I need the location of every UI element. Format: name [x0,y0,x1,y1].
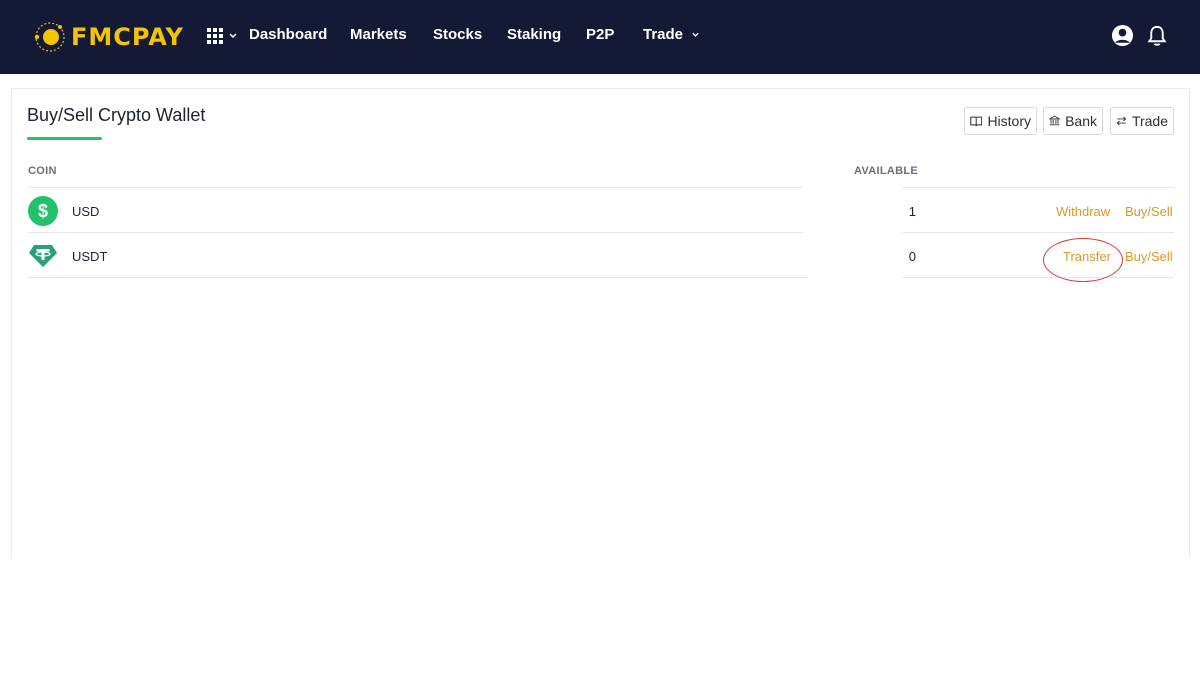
nav-item-trade[interactable]: Trade [643,26,700,43]
brand-logo-icon [33,20,67,54]
table-divider [28,232,803,233]
wallet-panel: Buy/Sell Crypto Wallet History Bank Trad… [11,88,1190,558]
bank-button[interactable]: Bank [1043,107,1103,135]
coin-name: USDT [72,249,108,264]
coin-name: USD [72,204,100,219]
table-divider [28,187,803,188]
bank-label: Bank [1065,113,1097,129]
column-header-coin: COIN [28,165,57,177]
user-account-button[interactable] [1111,24,1134,52]
table-divider [903,277,1174,278]
buy-sell-link[interactable]: Buy/Sell [1125,204,1173,219]
swap-arrows-icon [1116,116,1127,126]
trade-label: Trade [1131,113,1168,129]
history-button[interactable]: History [964,107,1037,135]
top-navbar: FMCPAY Dashboard Markets Stocks Staking … [0,0,1200,74]
column-header-available: AVAILABLE [854,165,919,177]
table-divider [903,187,1174,188]
annotation-circle [1043,238,1123,282]
chevron-down-icon [229,33,237,39]
buy-sell-link[interactable]: Buy/Sell [1125,249,1173,264]
tether-coin-icon [29,245,57,267]
nav-item-p2p[interactable]: P2P [586,26,614,43]
bank-icon [1049,115,1061,126]
table-divider [28,277,808,278]
coin-available: 1 [908,204,916,219]
history-label: History [987,113,1031,129]
table-divider [903,232,1174,233]
nav-item-dashboard[interactable]: Dashboard [249,26,327,43]
page-title: Buy/Sell Crypto Wallet [27,105,206,125]
withdraw-link[interactable]: Withdraw [1056,204,1110,219]
coin-available: 0 [908,249,916,264]
brand-logo[interactable]: FMCPAY [33,20,184,54]
trade-button[interactable]: Trade [1110,107,1174,135]
svg-text:$: $ [38,201,48,221]
nav-item-markets[interactable]: Markets [350,26,407,43]
chevron-down-icon [692,32,699,37]
bell-icon [1147,25,1167,46]
grid-menu-icon [207,28,223,44]
book-icon [970,116,983,127]
apps-menu-button[interactable] [207,28,238,44]
nav-item-staking[interactable]: Staking [507,26,561,43]
notifications-button[interactable] [1147,24,1167,52]
user-icon [1111,24,1134,47]
nav-item-stocks[interactable]: Stocks [433,26,482,43]
dollar-coin-icon: $ [28,196,58,226]
nav-item-trade-label: Trade [643,26,684,43]
title-underline [27,137,102,140]
brand-name: FMCPAY [71,23,184,51]
